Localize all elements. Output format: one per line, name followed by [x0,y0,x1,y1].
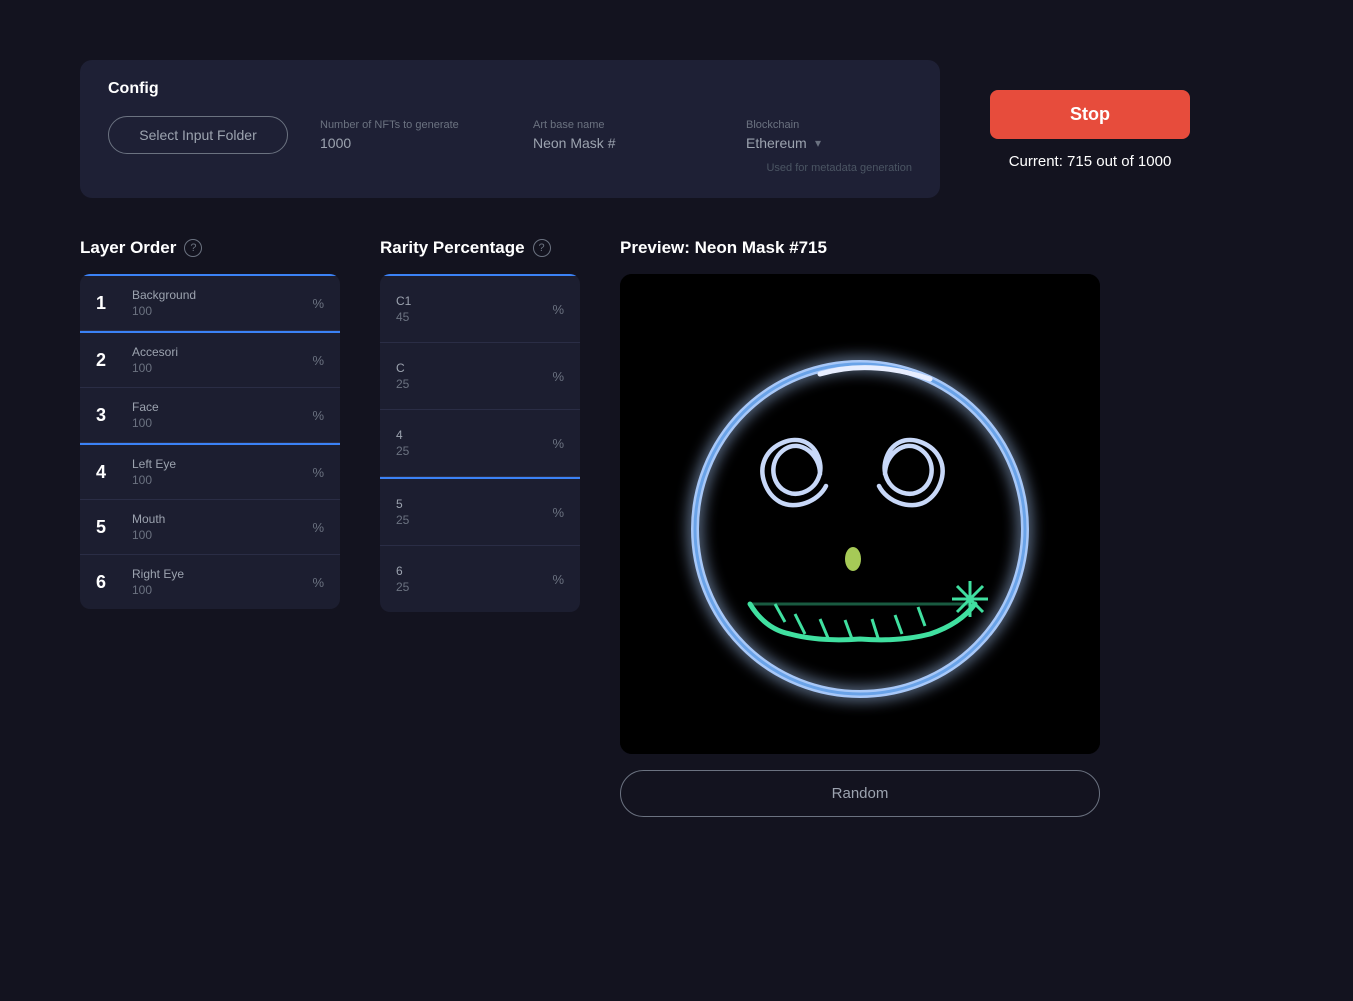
rarity-value: 25 [396,444,540,458]
nft-count-input[interactable] [320,135,501,151]
layer-percent: % [312,575,324,590]
rarity-name: C1 [396,294,540,308]
blockchain-select[interactable]: Ethereum Solana Polygon [746,135,807,151]
rarity-percent: % [552,436,564,451]
layer-percent: % [312,408,324,423]
stop-button[interactable]: Stop [990,90,1190,139]
config-title: Config [108,80,912,98]
blockchain-label: Blockchain [746,119,906,131]
layer-order-section: Layer Order ? 1 Background 100 % 2 Acces… [80,238,340,609]
layer-value: 100 [132,583,296,597]
layer-order-title: Layer Order [80,238,176,258]
rarity-name: 5 [396,497,540,511]
art-base-name-input[interactable] [533,135,714,151]
list-item[interactable]: 4 25 % [380,410,580,477]
layer-number: 1 [96,293,116,314]
rarity-name: 6 [396,564,540,578]
layer-list: 1 Background 100 % 2 Accesori 100 % [80,274,340,609]
rarity-value: 45 [396,310,540,324]
rarity-help-icon[interactable]: ? [533,239,551,257]
list-item[interactable]: 5 25 % [380,477,580,546]
layer-number: 3 [96,405,116,426]
rarity-percent: % [552,369,564,384]
layer-name: Background [132,288,296,302]
layer-name: Accesori [132,345,296,359]
art-base-name-label: Art base name [533,119,714,131]
rarity-percent: % [552,302,564,317]
layer-percent: % [312,296,324,311]
layer-value: 100 [132,528,296,542]
rarity-name: 4 [396,428,540,442]
preview-image [620,274,1100,754]
table-row[interactable]: 3 Face 100 % [80,388,340,443]
list-item[interactable]: 6 25 % [380,546,580,612]
random-button[interactable]: Random [620,770,1100,817]
table-row[interactable]: 4 Left Eye 100 % [80,443,340,500]
layer-value: 100 [132,473,296,487]
nft-count-field: Number of NFTs to generate [320,119,501,151]
layer-number: 2 [96,350,116,371]
rarity-list: C1 45 % C 25 % 4 25 [380,274,580,612]
rarity-value: 25 [396,377,540,391]
select-folder-button[interactable]: Select Input Folder [108,116,288,154]
list-item[interactable]: C1 45 % [380,274,580,343]
rarity-value: 25 [396,580,540,594]
layer-name: Face [132,400,296,414]
nft-count-label: Number of NFTs to generate [320,119,501,131]
blockchain-field: Blockchain Ethereum Solana Polygon ▾ [746,119,906,151]
metadata-note: Used for metadata generation [108,162,912,174]
preview-title: Preview: Neon Mask #715 [620,238,1273,258]
rarity-title: Rarity Percentage [380,238,525,258]
layer-number: 4 [96,462,116,483]
layer-value: 100 [132,304,296,318]
rarity-section: Rarity Percentage ? C1 45 % C 25 % [380,238,580,612]
preview-section: Preview: Neon Mask #715 [620,238,1273,817]
layer-percent: % [312,520,324,535]
layer-name: Mouth [132,512,296,526]
right-controls: Stop Current: 715 out of 1000 [980,60,1200,170]
config-panel: Config Select Input Folder Number of NFT… [80,60,940,198]
layer-number: 6 [96,572,116,593]
chevron-down-icon: ▾ [815,136,821,150]
layer-percent: % [312,353,324,368]
layer-name: Right Eye [132,567,296,581]
neon-mask-svg [620,274,1100,754]
current-counter: Current: 715 out of 1000 [1009,153,1172,170]
layer-name: Left Eye [132,457,296,471]
rarity-percent: % [552,572,564,587]
layer-value: 100 [132,361,296,375]
table-row[interactable]: 6 Right Eye 100 % [80,555,340,609]
layer-number: 5 [96,517,116,538]
table-row[interactable]: 2 Accesori 100 % [80,331,340,388]
table-row[interactable]: 1 Background 100 % [80,274,340,331]
layer-percent: % [312,465,324,480]
layer-order-help-icon[interactable]: ? [184,239,202,257]
layer-value: 100 [132,416,296,430]
rarity-name: C [396,361,540,375]
rarity-value: 25 [396,513,540,527]
table-row[interactable]: 5 Mouth 100 % [80,500,340,555]
list-item[interactable]: C 25 % [380,343,580,410]
art-base-name-field: Art base name [533,119,714,151]
rarity-percent: % [552,505,564,520]
